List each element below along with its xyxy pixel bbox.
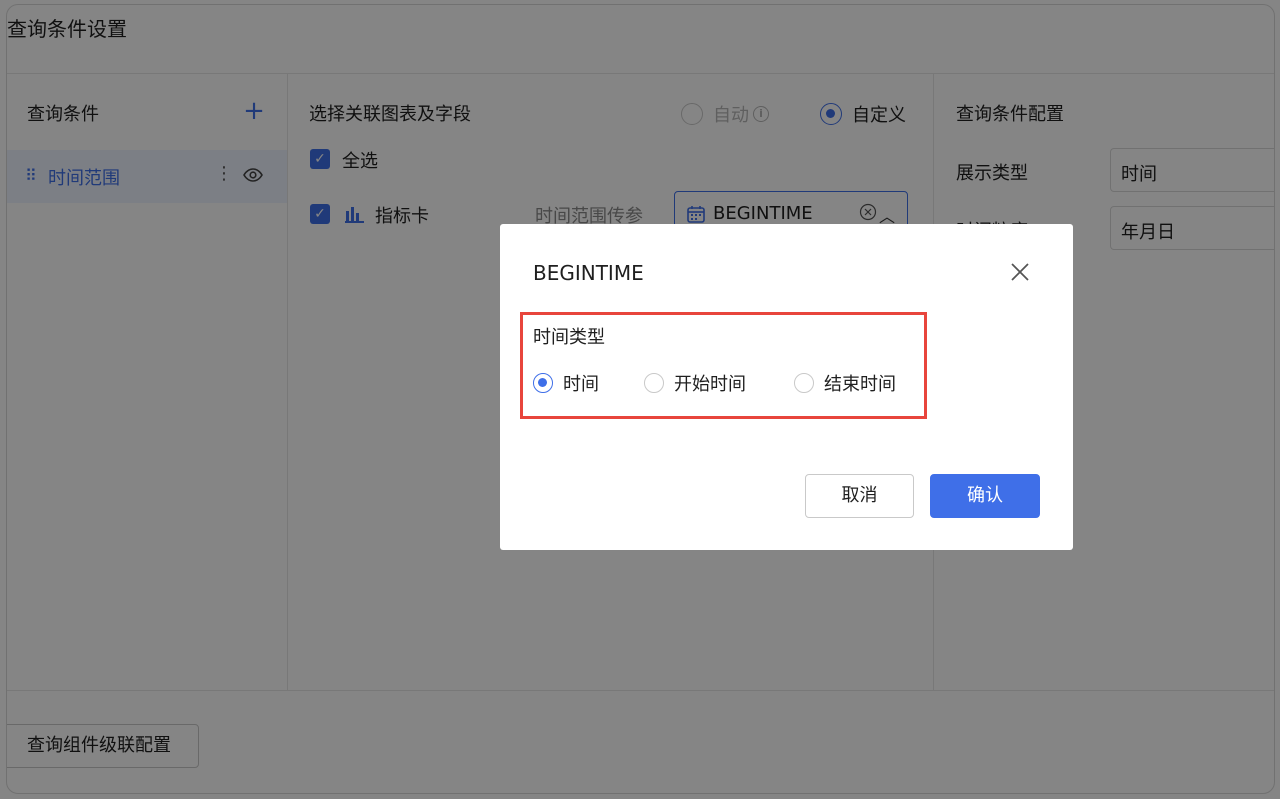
option-end-time[interactable]: 结束时间 — [794, 370, 896, 396]
dialog-title: BEGINTIME — [533, 261, 644, 285]
close-icon[interactable] — [1008, 260, 1032, 284]
option-start-time-radio[interactable] — [644, 373, 664, 393]
option-start-time-label: 开始时间 — [674, 374, 746, 395]
confirm-button[interactable]: 确认 — [930, 474, 1040, 518]
option-end-time-radio[interactable] — [794, 373, 814, 393]
cancel-button[interactable]: 取消 — [805, 474, 914, 518]
time-type-dialog: BEGINTIME 时间类型 时间 开始时间 结束时间 取消 确认 — [500, 224, 1073, 550]
option-time-radio[interactable] — [533, 373, 553, 393]
option-time-label: 时间 — [563, 374, 599, 395]
option-start-time[interactable]: 开始时间 — [644, 370, 746, 396]
option-end-time-label: 结束时间 — [824, 374, 896, 395]
time-type-label: 时间类型 — [533, 327, 605, 348]
option-time[interactable]: 时间 — [533, 370, 599, 396]
